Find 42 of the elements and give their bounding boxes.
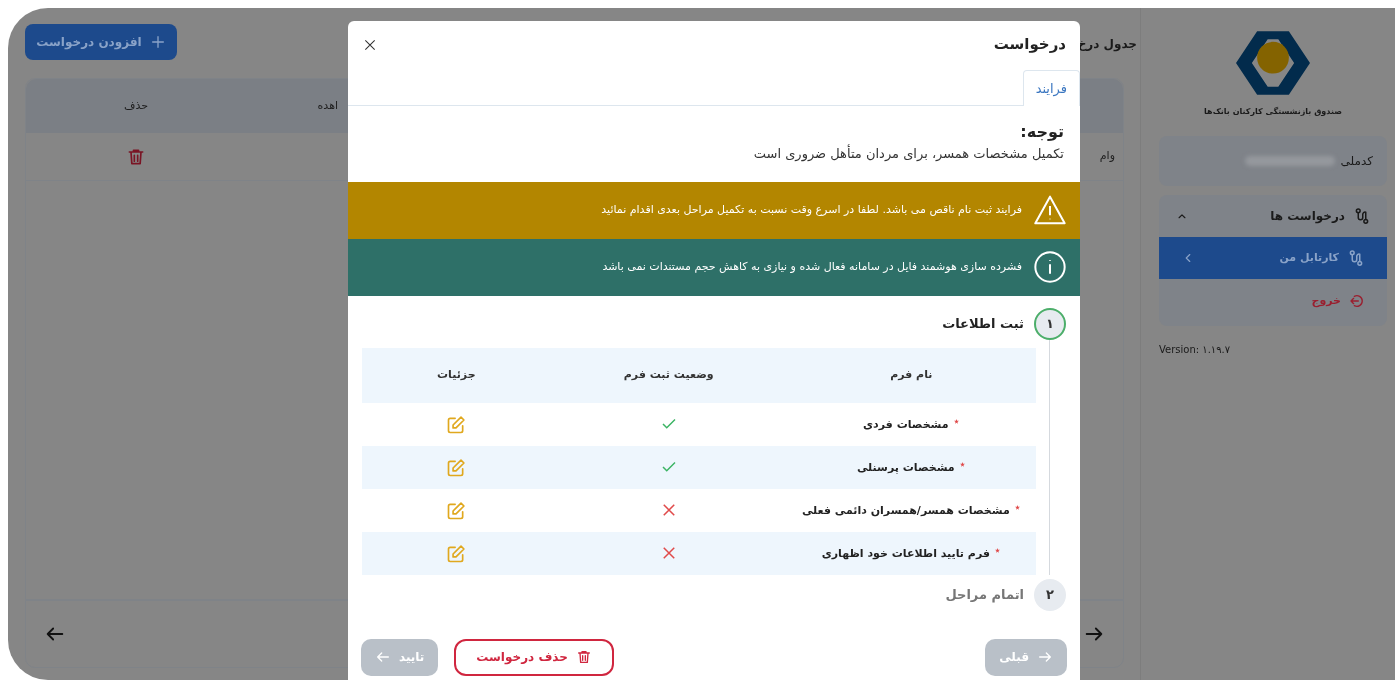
table-cell: وام: [1099, 149, 1115, 163]
logo-caption: صندوق بازنشستگی کارکنان بانک‌ها: [1203, 106, 1343, 118]
edit-icon: [446, 543, 467, 564]
table-cell: مشخصات همسر/همسران دائمی فعلی: [801, 503, 1010, 520]
tab[interactable]: فرایند: [1022, 69, 1080, 106]
column-header: جزئیات: [362, 347, 551, 403]
menu-item[interactable]: کارتابل من: [1159, 237, 1387, 279]
column-header: نام فرم: [786, 347, 1036, 403]
table-cell: مشخصات فردی: [863, 417, 949, 434]
edit-icon: [446, 414, 467, 435]
menu-group[interactable]: درخواست ها: [1159, 195, 1387, 237]
step-title: اتمام مراحل: [945, 585, 1024, 605]
info-icon: [1034, 251, 1066, 283]
close-icon: [362, 37, 378, 53]
route-icon: [1347, 249, 1365, 267]
notice-title: توجه:: [1019, 121, 1065, 143]
table-cell: مشخصات پرسنلی: [856, 460, 955, 477]
alert-text: فرایند ثبت نام ناقص می باشد. لطفا در اسرع وقت نسبت به تکمیل مراحل بعدی اقدام نمائید: [601, 201, 1022, 218]
arrow-left-icon: [375, 649, 391, 665]
step-title: ثبت اطلاعات: [942, 314, 1024, 333]
column-header: اهده: [317, 98, 338, 112]
national-code-label: کدملی: [1340, 153, 1373, 170]
step-number: ۲: [1034, 578, 1066, 611]
arrow-right-icon: [1037, 649, 1053, 665]
delete-request-button[interactable]: حذف درخواست: [454, 638, 614, 676]
dialog-title: درخواست: [993, 34, 1066, 56]
notice-text: تکمیل مشخصات همسر، برای مردان متأهل ضروری است: [752, 144, 1065, 164]
route-icon: [1353, 207, 1371, 225]
edit-icon: [446, 457, 467, 478]
table-cell: فرم تایید اطلاعات خود اظهاری: [821, 546, 990, 563]
plus-icon: [149, 34, 166, 50]
logout-icon: [1349, 293, 1365, 310]
trash-icon: [575, 649, 592, 665]
column-header: حذف: [124, 98, 148, 112]
logout-link[interactable]: خروج: [1159, 279, 1387, 324]
step-number: ۱: [1034, 307, 1066, 340]
alert-text: فشرده سازی هوشمند فایل در سامانه فعال شده و نیازی به کاهش حجم مستندات نمی باشد: [602, 258, 1022, 275]
warning-icon: [1034, 194, 1066, 226]
edit-icon: [446, 500, 467, 521]
column-header: وضعیت ثبت فرم: [550, 347, 787, 403]
version-text: Version: ۱.۱۹.۷: [1159, 342, 1232, 357]
add-request-button[interactable]: افزودن درخواست: [25, 24, 177, 60]
